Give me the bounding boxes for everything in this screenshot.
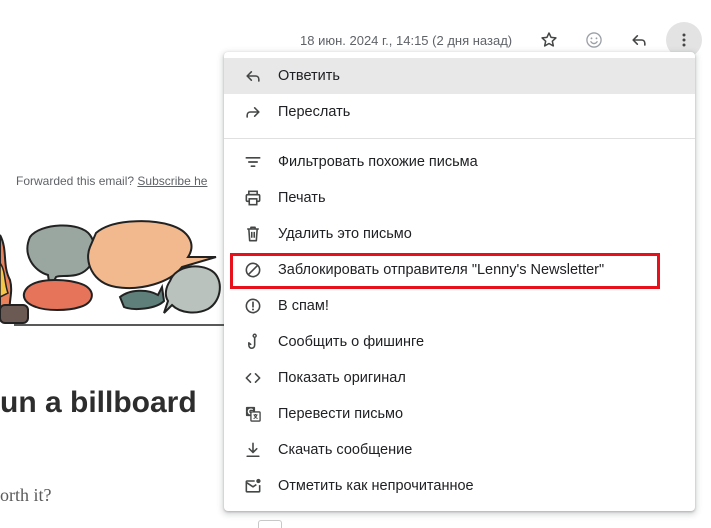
newsletter-illustration: [0, 205, 230, 335]
forwarded-prefix: Forwarded this email?: [16, 174, 138, 188]
print-icon: [243, 188, 263, 208]
menu-item-label: Скачать сообщение: [278, 442, 413, 458]
filter-icon: [243, 152, 263, 172]
menu-item-mark-unread[interactable]: Отметить как непрочитанное: [224, 468, 695, 504]
message-more-menu: Ответить Переслать Фильтровать похожие п…: [224, 52, 695, 511]
menu-item-translate[interactable]: G Перевести письмо: [224, 396, 695, 432]
report-spam-icon: [243, 296, 263, 316]
menu-item-label: Ответить: [278, 68, 340, 84]
menu-item-label: Отметить как непрочитанное: [278, 478, 474, 494]
menu-item-label: Перевести письмо: [278, 406, 404, 422]
block-icon: [243, 260, 263, 280]
menu-item-label: Сообщить о фишинге: [278, 334, 425, 350]
reply-icon: [243, 66, 263, 86]
menu-item-report-spam[interactable]: В спам!: [224, 288, 695, 324]
translate-icon: G: [243, 404, 263, 424]
emoji-icon: [584, 30, 604, 50]
menu-item-label: Фильтровать похожие письма: [278, 154, 478, 170]
menu-item-label: Удалить это письмо: [278, 226, 412, 242]
forwarded-note: Forwarded this email? Subscribe he: [16, 174, 207, 188]
mark-unread-icon: [243, 476, 263, 496]
download-icon: [243, 440, 263, 460]
menu-item-forward[interactable]: Переслать: [224, 94, 695, 130]
star-icon: [539, 30, 559, 50]
menu-item-label: Заблокировать отправителя "Lenny's Newsl…: [278, 262, 605, 278]
menu-item-download[interactable]: Скачать сообщение: [224, 432, 695, 468]
forward-icon: [243, 102, 263, 122]
menu-divider: [224, 138, 695, 139]
menu-item-label: В спам!: [278, 298, 329, 314]
menu-item-delete[interactable]: Удалить это письмо: [224, 216, 695, 252]
reply-icon: [629, 30, 649, 50]
gmail-message-view: 18 июн. 2024 г., 14:15 (2 дня назад) For…: [0, 0, 711, 528]
subscribe-link[interactable]: Subscribe he: [137, 174, 207, 188]
code-icon: [243, 368, 263, 388]
menu-item-reply[interactable]: Ответить: [224, 58, 695, 94]
menu-item-block-sender[interactable]: Заблокировать отправителя "Lenny's Newsl…: [224, 252, 695, 288]
menu-item-label: Печать: [278, 190, 326, 206]
menu-item-filter-similar[interactable]: Фильтровать похожие письма: [224, 144, 695, 180]
menu-item-print[interactable]: Печать: [224, 180, 695, 216]
trash-icon: [243, 224, 263, 244]
phishing-hook-icon: [243, 332, 263, 352]
menu-item-label: Переслать: [278, 104, 351, 120]
message-date: 18 июн. 2024 г., 14:15 (2 дня назад): [300, 33, 513, 48]
email-headline: un a billboard: [0, 386, 197, 419]
menu-item-show-original[interactable]: Показать оригинал: [224, 360, 695, 396]
menu-item-report-phishing[interactable]: Сообщить о фишинге: [224, 324, 695, 360]
attachment-icon: [258, 520, 282, 528]
more-vert-icon: [674, 30, 694, 50]
email-subline: orth it?: [0, 485, 52, 505]
menu-item-label: Показать оригинал: [278, 370, 406, 386]
